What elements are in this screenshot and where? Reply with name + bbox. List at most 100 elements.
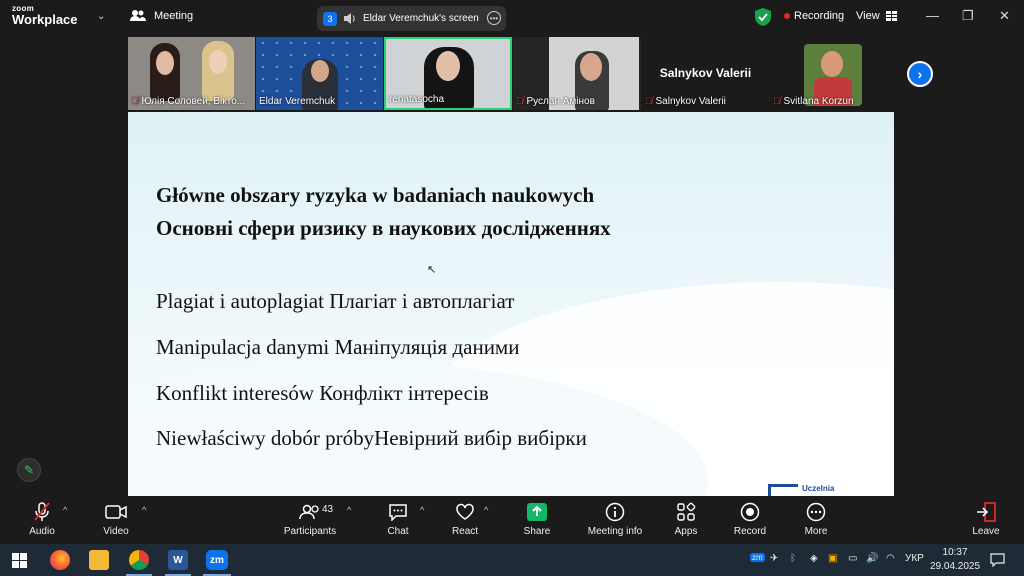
participant-tile[interactable]: Eldar Veremchuk xyxy=(256,37,383,110)
video-label: Video xyxy=(103,526,129,537)
participant-center-name: Salnykov Valerii xyxy=(659,66,752,80)
tray-zoom-icon[interactable]: zm xyxy=(750,553,765,562)
muted-mic-icon: 🎙̸ xyxy=(516,96,524,107)
share-screen-icon xyxy=(520,501,554,523)
tray-app-icon[interactable]: ✈ xyxy=(770,553,778,564)
participants-label: Participants xyxy=(283,526,337,537)
audio-options-caret-icon[interactable]: ^ xyxy=(63,505,67,515)
participant-face xyxy=(436,51,460,81)
more-label: More xyxy=(804,526,828,537)
video-button[interactable]: Video xyxy=(100,501,132,537)
mouse-cursor-icon: ↖ xyxy=(427,264,437,276)
slide-bullet: Konflikt interesów Конфлікт інтересів xyxy=(156,381,489,405)
apps-button[interactable]: Apps xyxy=(672,501,700,537)
chevron-down-icon[interactable]: ⌄ xyxy=(97,11,105,22)
share-label: Share xyxy=(523,526,551,537)
speaker-icon xyxy=(344,13,355,24)
participant-tile[interactable]: 🎙̸ Юлія Соловей, Вікто... xyxy=(128,37,255,110)
restore-icon[interactable]: ❐ xyxy=(962,8,974,24)
word-icon[interactable]: W xyxy=(168,550,188,570)
participant-face xyxy=(209,50,227,74)
zoom-workplace-logo[interactable]: zoom Workplace xyxy=(12,5,78,27)
record-button[interactable]: Record xyxy=(732,501,768,537)
info-icon xyxy=(586,501,644,523)
react-label: React xyxy=(451,526,479,537)
next-page-button[interactable]: › xyxy=(907,61,933,87)
view-label: View xyxy=(856,10,880,22)
windows-start-icon[interactable] xyxy=(12,553,27,568)
security-shield-icon[interactable] xyxy=(755,8,771,26)
notifications-icon[interactable] xyxy=(990,553,1005,567)
react-options-caret-icon[interactable]: ^ xyxy=(484,505,488,515)
audio-button[interactable]: Audio xyxy=(26,501,58,537)
participant-tile[interactable]: 🎙̸ Svitlana Korzun xyxy=(770,37,895,110)
battery-icon[interactable]: ▭ xyxy=(848,553,857,564)
tray-shield-icon[interactable]: ◈ xyxy=(810,553,818,564)
participant-face xyxy=(311,60,329,82)
shared-screen-slide: Główne obszary ryzyka w badaniach naukow… xyxy=(128,112,894,496)
leave-label: Leave xyxy=(972,526,1000,537)
participant-name: 🎙̸ Руслан Амінов xyxy=(516,96,595,107)
recording-indicator[interactable]: Recording xyxy=(784,10,844,22)
participant-tile[interactable]: Salnykov Valerii 🎙̸ Salnykov Valerii xyxy=(642,37,769,110)
participants-options-caret-icon[interactable]: ^ xyxy=(347,505,351,515)
participants-count: 43 xyxy=(322,504,334,515)
more-button[interactable]: More xyxy=(802,501,830,537)
file-explorer-icon[interactable] xyxy=(89,550,109,570)
meeting-info-button[interactable]: Meeting info xyxy=(586,501,644,537)
university-logo-text: Uczelnia xyxy=(802,483,835,493)
apps-label: Apps xyxy=(674,526,698,537)
bluetooth-icon[interactable]: ᛒ xyxy=(790,553,796,564)
input-language[interactable]: УКР xyxy=(905,553,924,564)
audio-label: Audio xyxy=(29,526,55,537)
annotate-pencil-icon[interactable]: ✎ xyxy=(17,458,41,482)
windows-taskbar: W zm zm ✈ ᛒ ◈ ▣ ▭ 🔊 ◠ УКР 10:37 29.04.20… xyxy=(0,544,1024,576)
video-camera-icon xyxy=(100,501,132,523)
chat-options-caret-icon[interactable]: ^ xyxy=(420,505,424,515)
tray-security-icon[interactable]: ▣ xyxy=(828,553,837,564)
share-button[interactable]: Share xyxy=(520,501,554,537)
apps-icon xyxy=(672,501,700,523)
leave-button[interactable]: Leave xyxy=(970,501,1002,537)
participant-tile[interactable]: 🎙̸ Руслан Амінов xyxy=(513,37,641,110)
title-bar: zoom Workplace ⌄ Meeting 3 Eldar Veremch… xyxy=(0,0,1024,36)
participant-face xyxy=(821,51,843,77)
mic-muted-icon xyxy=(26,501,58,523)
minimize-icon[interactable]: — xyxy=(926,8,939,23)
view-button[interactable]: View xyxy=(856,10,897,22)
zoom-taskbar-icon[interactable]: zm xyxy=(206,550,228,570)
participants-icon xyxy=(130,10,146,21)
slide-bullet: Manipulacja danymi Маніпуляція даними xyxy=(156,335,520,359)
more-options-icon[interactable]: ••• xyxy=(487,11,501,25)
zoom-window: zoom Workplace ⌄ Meeting 3 Eldar Veremch… xyxy=(0,0,1024,544)
screen-share-indicator[interactable]: 3 Eldar Veremchuk's screen ••• xyxy=(317,6,506,31)
grid-view-icon xyxy=(885,11,897,21)
clock-time: 10:37 xyxy=(942,547,968,558)
close-icon[interactable]: ✕ xyxy=(999,8,1010,24)
wifi-icon[interactable]: ◠ xyxy=(886,553,895,564)
meeting-info-label: Meeting info xyxy=(587,526,643,537)
video-options-caret-icon[interactable]: ^ xyxy=(142,505,146,515)
muted-mic-icon: 🎙̸ xyxy=(773,96,781,107)
more-dots-icon xyxy=(802,501,830,523)
participant-name: 🎙̸ Юлія Соловей, Вікто... xyxy=(131,96,246,107)
slide-title-polish: Główne obszary ryzyka w badaniach naukow… xyxy=(156,183,595,207)
chrome-icon[interactable] xyxy=(129,550,149,570)
firefox-icon[interactable] xyxy=(50,550,70,570)
react-button[interactable]: React xyxy=(450,501,480,537)
leave-door-icon xyxy=(970,501,1002,523)
meeting-toolbar: Audio ^ Video ^ Participants 43 ^ Chat ^… xyxy=(0,497,1024,544)
chevron-right-icon: › xyxy=(917,66,923,82)
slide-bullet: Plagiat i autoplagiat Плагіат і автоплаг… xyxy=(156,289,515,313)
volume-icon[interactable]: 🔊 xyxy=(866,553,878,564)
clock-date: 29.04.2025 xyxy=(930,561,981,572)
chat-button[interactable]: Chat xyxy=(383,501,413,537)
participant-tile-active-speaker[interactable]: renatasocha xyxy=(384,37,512,110)
university-logo: Uczelnia xyxy=(768,484,834,496)
clock[interactable]: 10:37 29.04.2025 xyxy=(930,546,980,574)
recording-label: Recording xyxy=(794,10,845,22)
participant-name: Eldar Veremchuk xyxy=(259,96,336,107)
participant-face xyxy=(156,51,174,75)
meeting-menu[interactable]: Meeting xyxy=(130,9,193,22)
share-label: Eldar Veremchuk's screen xyxy=(363,13,479,24)
